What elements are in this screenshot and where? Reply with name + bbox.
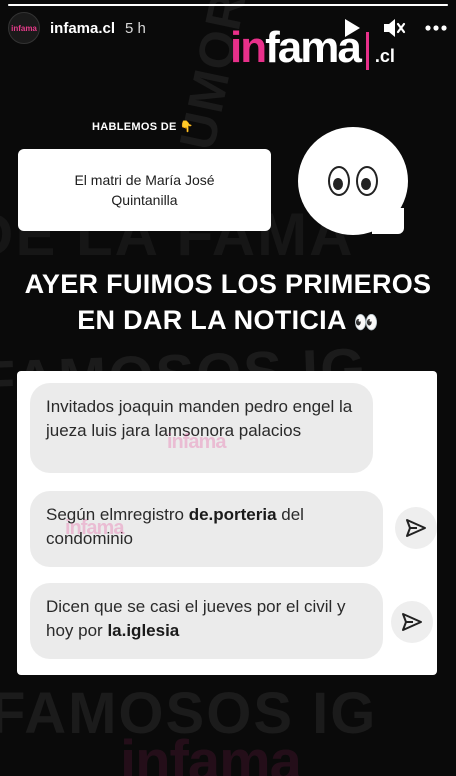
inline-watermark-1: infama [167,431,226,453]
pointing-down-icon: 👇 [179,121,194,133]
messages-panel: Invitados joaquin manden pedro engel la … [17,371,437,675]
message-bold-2: de.porteria [188,505,277,524]
message-bold-3: la.iglesia [107,621,180,640]
question-sticker: El matri de María José Quintanilla [18,149,271,231]
bottom-watermark: infama [120,729,302,776]
username[interactable]: infama.cl [50,20,115,37]
post-time: 5 h [125,19,146,37]
inline-watermark-2: infama [65,517,124,539]
message-text-3a: Dicen que se casi el jueves por el civil… [46,597,346,640]
brand-separator [365,32,369,70]
eyes-emoji-icon: 👀 [353,312,379,334]
brand-logo-cl: .cl [374,46,395,66]
headline: AYER FUIMOS LOS PRIMEROS EN DAR LA NOTIC… [0,266,456,341]
question-sticker-label-text: HABLEMOS DE [92,121,177,133]
avatar[interactable]: infama [8,12,40,44]
headline-line2-text: EN DAR LA NOTICIA [77,305,346,335]
brand-logo: in fama .cl [230,26,395,76]
story-progress-bar [8,4,448,6]
eyes-icon [328,166,350,196]
brand-logo-in: in [230,23,267,72]
question-sticker-label: HABLEMOS DE 👇 [92,120,194,133]
question-sticker-text: El matri de María José Quintanilla [74,172,215,208]
brand-logo-fama: fama [265,23,362,72]
headline-line1: AYER FUIMOS LOS PRIMEROS [24,269,432,299]
send-icon[interactable] [395,507,437,549]
send-icon-2[interactable] [391,601,433,643]
eyes-icon-right [356,166,378,196]
more-icon[interactable] [424,16,448,40]
story-viewer: FAMOSOS IG RUMORES FAMOSOS IG DE LA FAMA… [0,0,456,776]
avatar-text: infama [11,23,37,33]
headline-line2: EN DAR LA NOTICIA 👀 [0,302,456,341]
story-progress-fill [8,4,448,6]
message-bubble-3: Dicen que se casi el jueves por el civil… [30,583,383,659]
eyes-bubble [298,127,408,235]
message-bubble-1: Invitados joaquin manden pedro engel la … [30,383,373,473]
